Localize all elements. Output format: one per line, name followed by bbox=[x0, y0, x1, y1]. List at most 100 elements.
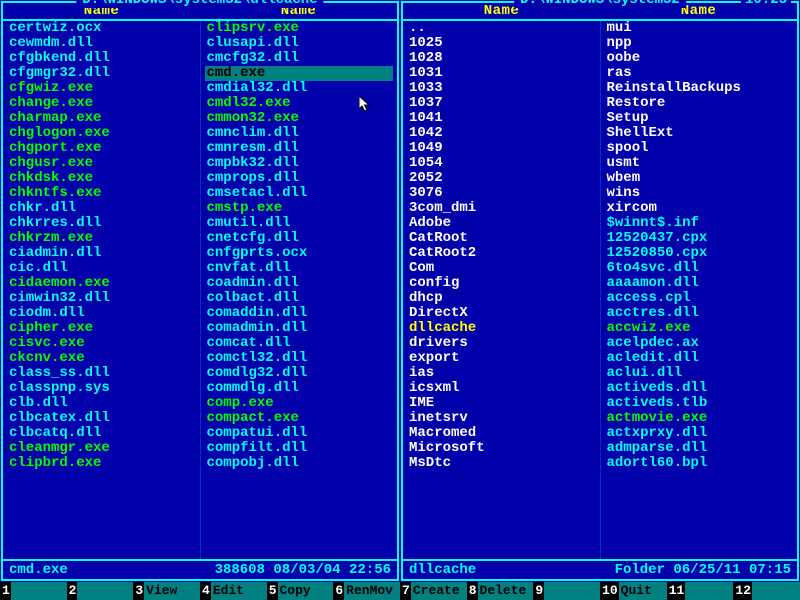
file-entry[interactable]: clbcatq.dll bbox=[7, 426, 196, 441]
file-entry[interactable]: aclui.dll bbox=[605, 366, 794, 381]
file-entry[interactable]: comctl32.dll bbox=[205, 351, 394, 366]
file-entry[interactable]: drivers bbox=[407, 336, 596, 351]
fn-key-8[interactable]: 8Delete bbox=[467, 582, 534, 600]
file-entry[interactable]: cmmon32.exe bbox=[205, 111, 394, 126]
fn-key-6[interactable]: 6RenMov bbox=[333, 582, 400, 600]
file-entry[interactable]: commdlg.dll bbox=[205, 381, 394, 396]
file-entry[interactable]: colbact.dll bbox=[205, 291, 394, 306]
file-entry[interactable]: comcat.dll bbox=[205, 336, 394, 351]
file-entry[interactable]: cmdl32.exe bbox=[205, 96, 394, 111]
file-entry[interactable]: DirectX bbox=[407, 306, 596, 321]
file-entry[interactable]: chkr.dll bbox=[7, 201, 196, 216]
file-entry[interactable]: adortl60.bpl bbox=[605, 456, 794, 471]
file-entry[interactable]: comaddin.dll bbox=[205, 306, 394, 321]
file-entry[interactable]: .. bbox=[407, 21, 596, 36]
file-entry[interactable]: chgusr.exe bbox=[7, 156, 196, 171]
file-entry[interactable]: classpnp.sys bbox=[7, 381, 196, 396]
file-entry[interactable]: acelpdec.ax bbox=[605, 336, 794, 351]
file-entry[interactable]: MsDtc bbox=[407, 456, 596, 471]
file-entry[interactable]: class_ss.dll bbox=[7, 366, 196, 381]
file-entry[interactable]: dhcp bbox=[407, 291, 596, 306]
file-entry[interactable]: 3com_dmi bbox=[407, 201, 596, 216]
file-entry[interactable]: CatRoot2 bbox=[407, 246, 596, 261]
fn-key-1[interactable]: 1 bbox=[0, 582, 67, 600]
file-entry[interactable]: 1028 bbox=[407, 51, 596, 66]
fn-key-11[interactable]: 11 bbox=[667, 582, 734, 600]
file-entry[interactable]: coadmin.dll bbox=[205, 276, 394, 291]
file-entry[interactable]: comdlg32.dll bbox=[205, 366, 394, 381]
file-entry[interactable]: compact.exe bbox=[205, 411, 394, 426]
file-entry[interactable]: cmdial32.dll bbox=[205, 81, 394, 96]
file-entry[interactable]: clb.dll bbox=[7, 396, 196, 411]
file-entry[interactable]: 1025 bbox=[407, 36, 596, 51]
file-entry[interactable]: clipsrv.exe bbox=[205, 21, 394, 36]
file-entry[interactable]: cmnclim.dll bbox=[205, 126, 394, 141]
file-entry[interactable]: ckcnv.exe bbox=[7, 351, 196, 366]
file-entry[interactable]: access.cpl bbox=[605, 291, 794, 306]
right-panel[interactable]: D:\WINDOWS\system32 10:23 Name Name ..10… bbox=[401, 1, 799, 581]
file-entry[interactable]: cnvfat.dll bbox=[205, 261, 394, 276]
fn-key-2[interactable]: 2 bbox=[67, 582, 134, 600]
file-entry[interactable]: cipher.exe bbox=[7, 321, 196, 336]
file-entry[interactable]: mui bbox=[605, 21, 794, 36]
file-entry[interactable]: compatui.dll bbox=[205, 426, 394, 441]
file-entry[interactable]: Microsoft bbox=[407, 441, 596, 456]
file-entry[interactable]: wbem bbox=[605, 171, 794, 186]
file-entry[interactable]: acledit.dll bbox=[605, 351, 794, 366]
file-entry[interactable]: 6to4svc.dll bbox=[605, 261, 794, 276]
file-entry[interactable]: cfgwiz.exe bbox=[7, 81, 196, 96]
fn-key-7[interactable]: 7Create bbox=[400, 582, 467, 600]
file-entry[interactable]: IME bbox=[407, 396, 596, 411]
file-entry[interactable]: $winnt$.inf bbox=[605, 216, 794, 231]
fn-key-10[interactable]: 10Quit bbox=[600, 582, 667, 600]
fn-key-4[interactable]: 4Edit bbox=[200, 582, 267, 600]
file-entry[interactable]: Restore bbox=[605, 96, 794, 111]
file-entry[interactable]: 1042 bbox=[407, 126, 596, 141]
file-entry[interactable]: cewmdm.dll bbox=[7, 36, 196, 51]
file-entry[interactable]: dllcache bbox=[407, 321, 596, 336]
file-entry[interactable]: comadmin.dll bbox=[205, 321, 394, 336]
file-entry[interactable]: cmutil.dll bbox=[205, 216, 394, 231]
file-entry[interactable]: chglogon.exe bbox=[7, 126, 196, 141]
file-entry[interactable]: Macromed bbox=[407, 426, 596, 441]
file-entry[interactable]: 12520437.cpx bbox=[605, 231, 794, 246]
file-entry[interactable]: ReinstallBackups bbox=[605, 81, 794, 96]
left-panel[interactable]: D:\WINDOWS\system32\dllcache Name Name c… bbox=[1, 1, 399, 581]
file-entry[interactable]: cmd.exe bbox=[205, 66, 394, 81]
file-entry[interactable]: usmt bbox=[605, 156, 794, 171]
file-entry[interactable]: cfgmgr32.dll bbox=[7, 66, 196, 81]
file-entry[interactable]: export bbox=[407, 351, 596, 366]
file-entry[interactable]: 1033 bbox=[407, 81, 596, 96]
file-entry[interactable]: cic.dll bbox=[7, 261, 196, 276]
file-entry[interactable]: spool bbox=[605, 141, 794, 156]
right-file-grid[interactable]: ..10251028103110331037104110421049105420… bbox=[403, 21, 797, 559]
file-entry[interactable]: clipbrd.exe bbox=[7, 456, 196, 471]
fn-key-3[interactable]: 3View bbox=[133, 582, 200, 600]
file-entry[interactable]: 1031 bbox=[407, 66, 596, 81]
file-entry[interactable]: cnetcfg.dll bbox=[205, 231, 394, 246]
file-entry[interactable]: comp.exe bbox=[205, 396, 394, 411]
file-entry[interactable]: config bbox=[407, 276, 596, 291]
file-entry[interactable]: npp bbox=[605, 36, 794, 51]
file-entry[interactable]: aaaamon.dll bbox=[605, 276, 794, 291]
file-entry[interactable]: clbcatex.dll bbox=[7, 411, 196, 426]
file-entry[interactable]: ias bbox=[407, 366, 596, 381]
file-entry[interactable]: CatRoot bbox=[407, 231, 596, 246]
left-file-grid[interactable]: certwiz.ocxcewmdm.dllcfgbkend.dllcfgmgr3… bbox=[3, 21, 397, 559]
file-entry[interactable]: Com bbox=[407, 261, 596, 276]
file-entry[interactable]: 12520850.cpx bbox=[605, 246, 794, 261]
file-entry[interactable]: ShellExt bbox=[605, 126, 794, 141]
file-entry[interactable]: ciadmin.dll bbox=[7, 246, 196, 261]
file-entry[interactable]: admparse.dll bbox=[605, 441, 794, 456]
file-entry[interactable]: change.exe bbox=[7, 96, 196, 111]
file-entry[interactable]: cfgbkend.dll bbox=[7, 51, 196, 66]
file-entry[interactable]: acctres.dll bbox=[605, 306, 794, 321]
file-entry[interactable]: chkrres.dll bbox=[7, 216, 196, 231]
file-entry[interactable]: 2052 bbox=[407, 171, 596, 186]
file-entry[interactable]: xircom bbox=[605, 201, 794, 216]
file-entry[interactable]: ciodm.dll bbox=[7, 306, 196, 321]
file-entry[interactable]: 1054 bbox=[407, 156, 596, 171]
file-entry[interactable]: cmsetacl.dll bbox=[205, 186, 394, 201]
fn-key-12[interactable]: 12 bbox=[733, 582, 800, 600]
file-entry[interactable]: chgport.exe bbox=[7, 141, 196, 156]
